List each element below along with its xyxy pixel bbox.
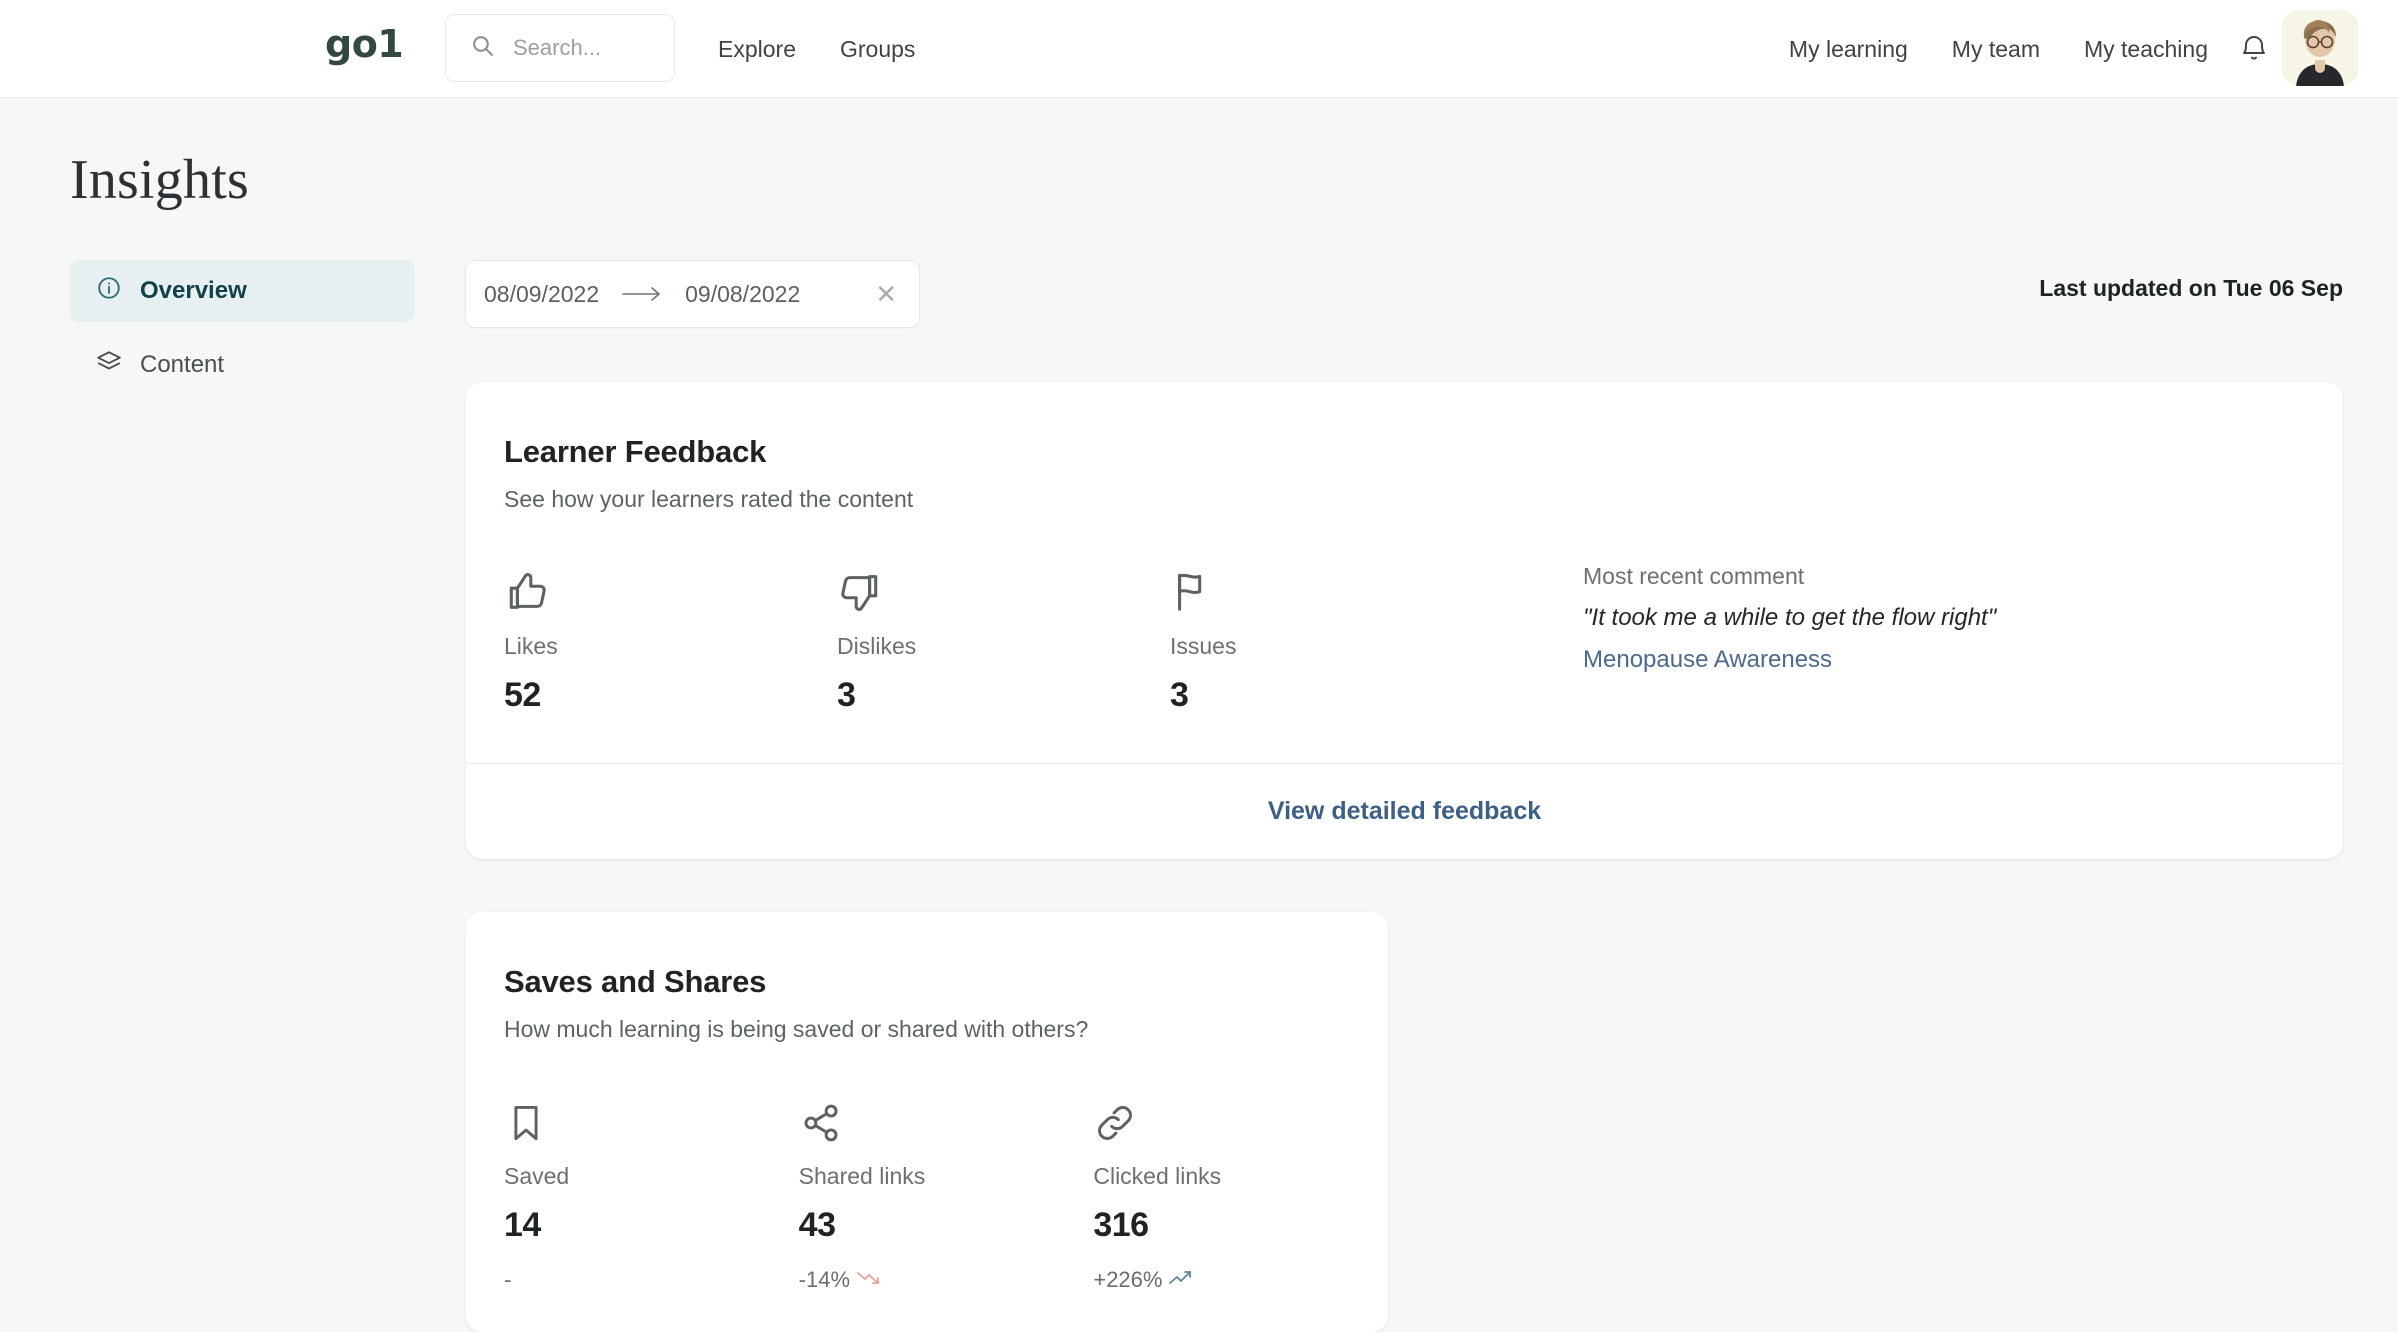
metric-shared-links: Shared links 43 -14% (799, 1091, 1094, 1293)
metric-delta: - (504, 1267, 799, 1293)
metric-label: Likes (504, 633, 558, 659)
metric-saved: Saved 14 - (504, 1091, 799, 1293)
metric-value: 3 (837, 676, 856, 714)
avatar-image (2282, 10, 2358, 86)
secondary-nav-links: My learning My team My teaching (1789, 0, 2208, 98)
date-from-input[interactable]: 08/09/2022 (484, 281, 599, 308)
sidebar-item-label: Overview (140, 277, 247, 304)
bookmark-icon (504, 1091, 799, 1145)
search-icon (470, 33, 495, 63)
share-icon (799, 1091, 1094, 1145)
nav-link-groups[interactable]: Groups (840, 36, 915, 63)
search-box[interactable] (445, 14, 675, 82)
recent-comment-label: Most recent comment (1583, 563, 1805, 589)
nav-link-my-learning[interactable]: My learning (1789, 36, 1908, 63)
metric-delta: +226% (1093, 1267, 1388, 1293)
nav-link-my-teaching[interactable]: My teaching (2084, 36, 2208, 63)
metric-delta-value: +226% (1093, 1267, 1163, 1292)
flag-icon (1170, 561, 1503, 615)
metric-likes: Likes 52 (504, 561, 837, 715)
link-icon (1093, 1091, 1388, 1145)
metric-label: Saved (504, 1163, 570, 1189)
most-recent-comment: Most recent comment "It took me a while … (1583, 561, 1996, 715)
date-to-input[interactable]: 09/08/2022 (685, 281, 800, 308)
info-circle-icon (96, 275, 122, 308)
metric-value: 14 (504, 1206, 541, 1244)
card-header: Saves and Shares How much learning is be… (466, 912, 1388, 1043)
primary-nav-links: Explore Groups (718, 0, 915, 98)
metric-value: 52 (504, 676, 541, 714)
card-footer: View detailed feedback (466, 764, 2343, 859)
last-updated-status: Last updated on Tue 06 Sep (2039, 275, 2343, 301)
recent-comment-quote: "It took me a while to get the flow righ… (1583, 604, 1997, 631)
card-header: Learner Feedback See how your learners r… (466, 382, 2343, 513)
bell-icon[interactable] (2238, 33, 2270, 65)
metric-delta: -14% (799, 1267, 1094, 1293)
view-detailed-feedback-link[interactable]: View detailed feedback (1268, 797, 1541, 826)
card-title: Learner Feedback (504, 434, 767, 469)
metric-issues: Issues 3 (1170, 561, 1503, 715)
top-navigation-bar: go1 Explore Groups My learning My team M… (0, 0, 2398, 98)
saves-and-shares-card: Saves and Shares How much learning is be… (466, 912, 1388, 1332)
metric-dislikes: Dislikes 3 (837, 561, 1170, 715)
close-icon[interactable]: ✕ (875, 281, 897, 307)
metric-label: Dislikes (837, 633, 917, 659)
page-title: Insights (70, 149, 249, 211)
recent-comment-course-link[interactable]: Menopause Awareness (1583, 646, 1996, 674)
metric-value: 316 (1093, 1206, 1149, 1244)
layers-icon (96, 349, 122, 382)
saves-metrics: Saved 14 - Shared links 43 -14% Clicked … (466, 1091, 1388, 1293)
metric-delta-value: - (504, 1267, 512, 1292)
thumbs-up-icon (504, 561, 837, 615)
nav-link-explore[interactable]: Explore (718, 36, 796, 63)
sidebar-item-overview[interactable]: Overview (70, 260, 415, 322)
metric-delta-value: -14% (798, 1267, 851, 1292)
avatar[interactable] (2282, 10, 2358, 86)
metric-value: 3 (1170, 676, 1189, 714)
learner-feedback-card: Learner Feedback See how your learners r… (466, 382, 2343, 859)
card-title: Saves and Shares (504, 964, 767, 999)
metric-label: Clicked links (1093, 1163, 1222, 1189)
card-subtitle: How much learning is being saved or shar… (504, 1016, 1089, 1042)
arrow-right-icon (621, 285, 663, 303)
sidebar-item-label: Content (140, 351, 225, 378)
metric-value: 43 (798, 1206, 836, 1244)
search-input[interactable] (513, 35, 663, 61)
thumbs-down-icon (837, 561, 1170, 615)
metric-clicked-links: Clicked links 316 +226% (1093, 1091, 1388, 1293)
sidebar-item-content[interactable]: Content (70, 334, 415, 396)
trend-down-icon (856, 1267, 882, 1293)
trend-up-icon (1168, 1267, 1194, 1293)
metric-label: Issues (1170, 633, 1237, 659)
date-range-picker[interactable]: 08/09/2022 09/08/2022 ✕ (465, 260, 920, 328)
nav-link-my-team[interactable]: My team (1952, 36, 2040, 63)
metric-label: Shared links (798, 1163, 926, 1189)
feedback-metrics: Likes 52 Dislikes 3 Issues 3 Most recent… (466, 561, 2343, 715)
card-subtitle: See how your learners rated the content (504, 486, 914, 512)
go1-logo[interactable]: go1 (325, 22, 404, 66)
sidebar: Overview Content (70, 260, 415, 408)
